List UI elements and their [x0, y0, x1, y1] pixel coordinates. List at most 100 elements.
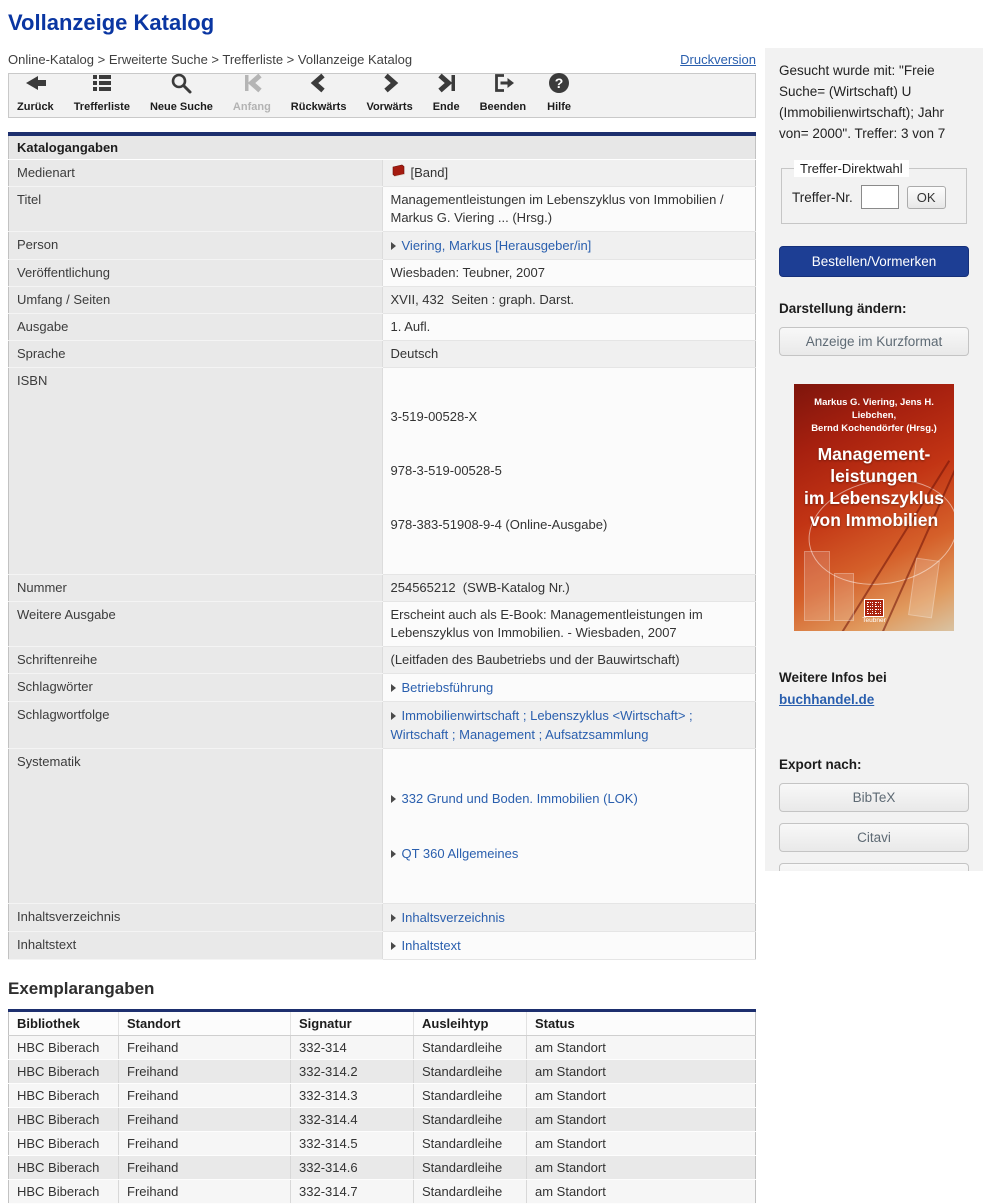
toolbar-button-ende[interactable]: Ende	[433, 71, 460, 113]
row-label: Systematik	[9, 749, 383, 904]
exemplar-cell: Standardleihe	[414, 1132, 527, 1156]
exemplar-cell: Freihand	[119, 1108, 291, 1132]
exemplar-row: HBC BiberachFreihand332-314.2Standardlei…	[9, 1060, 756, 1084]
exemplar-cell: Standardleihe	[414, 1084, 527, 1108]
toolbar-button-vorwaerts[interactable]: Vorwärts	[366, 71, 412, 113]
exemplar-cell: Standardleihe	[414, 1060, 527, 1084]
classification-link[interactable]: 332 Grund und Boden. Immobilien (LOK)	[402, 791, 638, 806]
exemplar-cell: Freihand	[119, 1132, 291, 1156]
row-label: Inhaltstext	[9, 932, 383, 960]
exemplar-row: HBC BiberachFreihand332-314.5Standardlei…	[9, 1132, 756, 1156]
isbn-line: 978-3-519-00528-5	[391, 462, 748, 480]
exemplar-cell: Freihand	[119, 1156, 291, 1180]
row-label: Medienart	[9, 160, 383, 187]
exemplar-row: HBC BiberachFreihand332-314.7Standardlei…	[9, 1180, 756, 1204]
row-label: Inhaltsverzeichnis	[9, 904, 383, 932]
treffer-nr-input[interactable]	[861, 185, 899, 209]
catalog-row-inhaltstext: Inhaltstext Inhaltstext	[9, 932, 756, 960]
person-link[interactable]: Viering, Markus [Herausgeber/in]	[402, 238, 592, 253]
exemplar-cell: am Standort	[527, 1060, 756, 1084]
edition-value: 1. Aufl.	[382, 314, 756, 341]
cover-decoration	[804, 551, 830, 621]
treffer-nr-label: Treffer-Nr.	[792, 190, 853, 205]
catalog-row-inhaltsverzeichnis: Inhaltsverzeichnis Inhaltsverzeichnis	[9, 904, 756, 932]
link-arrow-icon	[391, 942, 396, 950]
toolbar: Zurück Trefferliste Neue Suche Anfang Rü…	[8, 73, 756, 118]
export-bibtex-button[interactable]: BibTeX	[779, 783, 969, 812]
extent-value: XVII, 432 Seiten : graph. Darst.	[382, 287, 756, 314]
link-arrow-icon	[391, 914, 396, 922]
toolbar-button-hilfe[interactable]: ? Hilfe	[546, 71, 572, 113]
catalog-row-ausgabe: Ausgabe 1. Aufl.	[9, 314, 756, 341]
catalog-row-titel: Titel Managementleistungen im Lebenszykl…	[9, 187, 756, 232]
row-label: Ausgabe	[9, 314, 383, 341]
exemplar-cell: Freihand	[119, 1060, 291, 1084]
exemplar-section-title: Exemplarangaben	[8, 979, 756, 999]
exemplar-cell: Freihand	[119, 1036, 291, 1060]
isbn-line: 978-383-51908-9-4 (Online-Ausgabe)	[391, 516, 748, 534]
toolbar-button-trefferliste[interactable]: Trefferliste	[74, 71, 130, 113]
subject-link[interactable]: Betriebsführung	[402, 680, 494, 695]
exemplar-row: HBC BiberachFreihand332-314Standardleihe…	[9, 1036, 756, 1060]
exemplar-cell: HBC Biberach	[9, 1180, 119, 1204]
toolbar-button-zurueck[interactable]: Zurück	[17, 71, 54, 113]
toc-link[interactable]: Inhaltsverzeichnis	[402, 910, 505, 925]
exemplar-cell: 332-314.7	[291, 1180, 414, 1204]
previous-icon	[306, 71, 332, 100]
sidebar: Gesucht wurde mit: "Freie Suche= (Wirtsc…	[765, 48, 983, 871]
column-header-ausleihtyp: Ausleihtyp	[414, 1012, 527, 1036]
order-reserve-button[interactable]: Bestellen/Vormerken	[779, 246, 969, 277]
row-label: Veröffentlichung	[9, 260, 383, 287]
title-value: Managementleistungen im Lebenszyklus von…	[382, 187, 756, 232]
column-header-status: Status	[527, 1012, 756, 1036]
catalog-row-umfang: Umfang / Seiten XVII, 432 Seiten : graph…	[9, 287, 756, 314]
short-format-button[interactable]: Anzeige im Kurzformat	[779, 327, 969, 356]
content-text-link[interactable]: Inhaltstext	[402, 938, 461, 953]
publisher-logo: Teubner	[861, 599, 887, 625]
ok-button[interactable]: OK	[907, 186, 946, 209]
toolbar-button-beenden[interactable]: Beenden	[480, 71, 526, 113]
next-icon	[377, 71, 403, 100]
cover-authors: Markus G. Viering, Jens H. Liebchen, Ber…	[794, 384, 954, 435]
buchhandel-link[interactable]: buchhandel.de	[779, 692, 874, 707]
classification-link[interactable]: QT 360 Allgemeines	[402, 846, 519, 861]
link-arrow-icon	[391, 712, 396, 720]
exemplar-cell: 332-314.3	[291, 1084, 414, 1108]
catalog-row-nummer: Nummer 254565212 (SWB-Katalog Nr.)	[9, 575, 756, 602]
exemplar-cell: am Standort	[527, 1156, 756, 1180]
help-icon: ?	[546, 71, 572, 100]
row-label: Titel	[9, 187, 383, 232]
exemplar-cell: am Standort	[527, 1180, 756, 1204]
subject-chain-link[interactable]: Immobilienwirtschaft ; Lebenszyklus <Wir…	[391, 708, 697, 742]
exemplar-cell: Freihand	[119, 1180, 291, 1204]
row-label: Person	[9, 232, 383, 260]
exemplar-row: HBC BiberachFreihand332-314.6Standardlei…	[9, 1156, 756, 1180]
exemplar-cell: Standardleihe	[414, 1108, 527, 1132]
breadcrumb: Online-Katalog > Erweiterte Suche > Tref…	[8, 52, 412, 67]
link-arrow-icon	[391, 684, 396, 692]
exemplar-cell: Freihand	[119, 1084, 291, 1108]
catalog-section-header: Katalogangaben	[9, 136, 756, 160]
exemplar-cell: 332-314.4	[291, 1108, 414, 1132]
exemplar-cell: 332-314.5	[291, 1132, 414, 1156]
link-arrow-icon	[391, 242, 396, 250]
row-label: Nummer	[9, 575, 383, 602]
number-value: 254565212 (SWB-Katalog Nr.)	[382, 575, 756, 602]
row-label: Schlagwortfolge	[9, 702, 383, 749]
catalog-row-veroeffentlichung: Veröffentlichung Wiesbaden: Teubner, 200…	[9, 260, 756, 287]
exemplar-cell: HBC Biberach	[9, 1036, 119, 1060]
export-endnote-button[interactable]: EndNote	[779, 863, 969, 871]
exemplar-cell: 332-314	[291, 1036, 414, 1060]
exemplar-cell: HBC Biberach	[9, 1156, 119, 1180]
exemplar-table: Bibliothek Standort Signatur Ausleihtyp …	[8, 1012, 756, 1204]
toolbar-button-rueckwaerts[interactable]: Rückwärts	[291, 71, 347, 113]
row-label: Umfang / Seiten	[9, 287, 383, 314]
row-label: Schlagwörter	[9, 674, 383, 702]
toolbar-button-neue-suche[interactable]: Neue Suche	[150, 71, 213, 113]
breadcrumb-row: Online-Katalog > Erweiterte Suche > Tref…	[8, 52, 756, 67]
row-label: Weitere Ausgabe	[9, 602, 383, 647]
print-version-link[interactable]: Druckversion	[680, 52, 756, 67]
exemplar-header-row: Bibliothek Standort Signatur Ausleihtyp …	[9, 1012, 756, 1036]
export-citavi-button[interactable]: Citavi	[779, 823, 969, 852]
catalog-row-weitere-ausgabe: Weitere Ausgabe Erscheint auch als E-Boo…	[9, 602, 756, 647]
